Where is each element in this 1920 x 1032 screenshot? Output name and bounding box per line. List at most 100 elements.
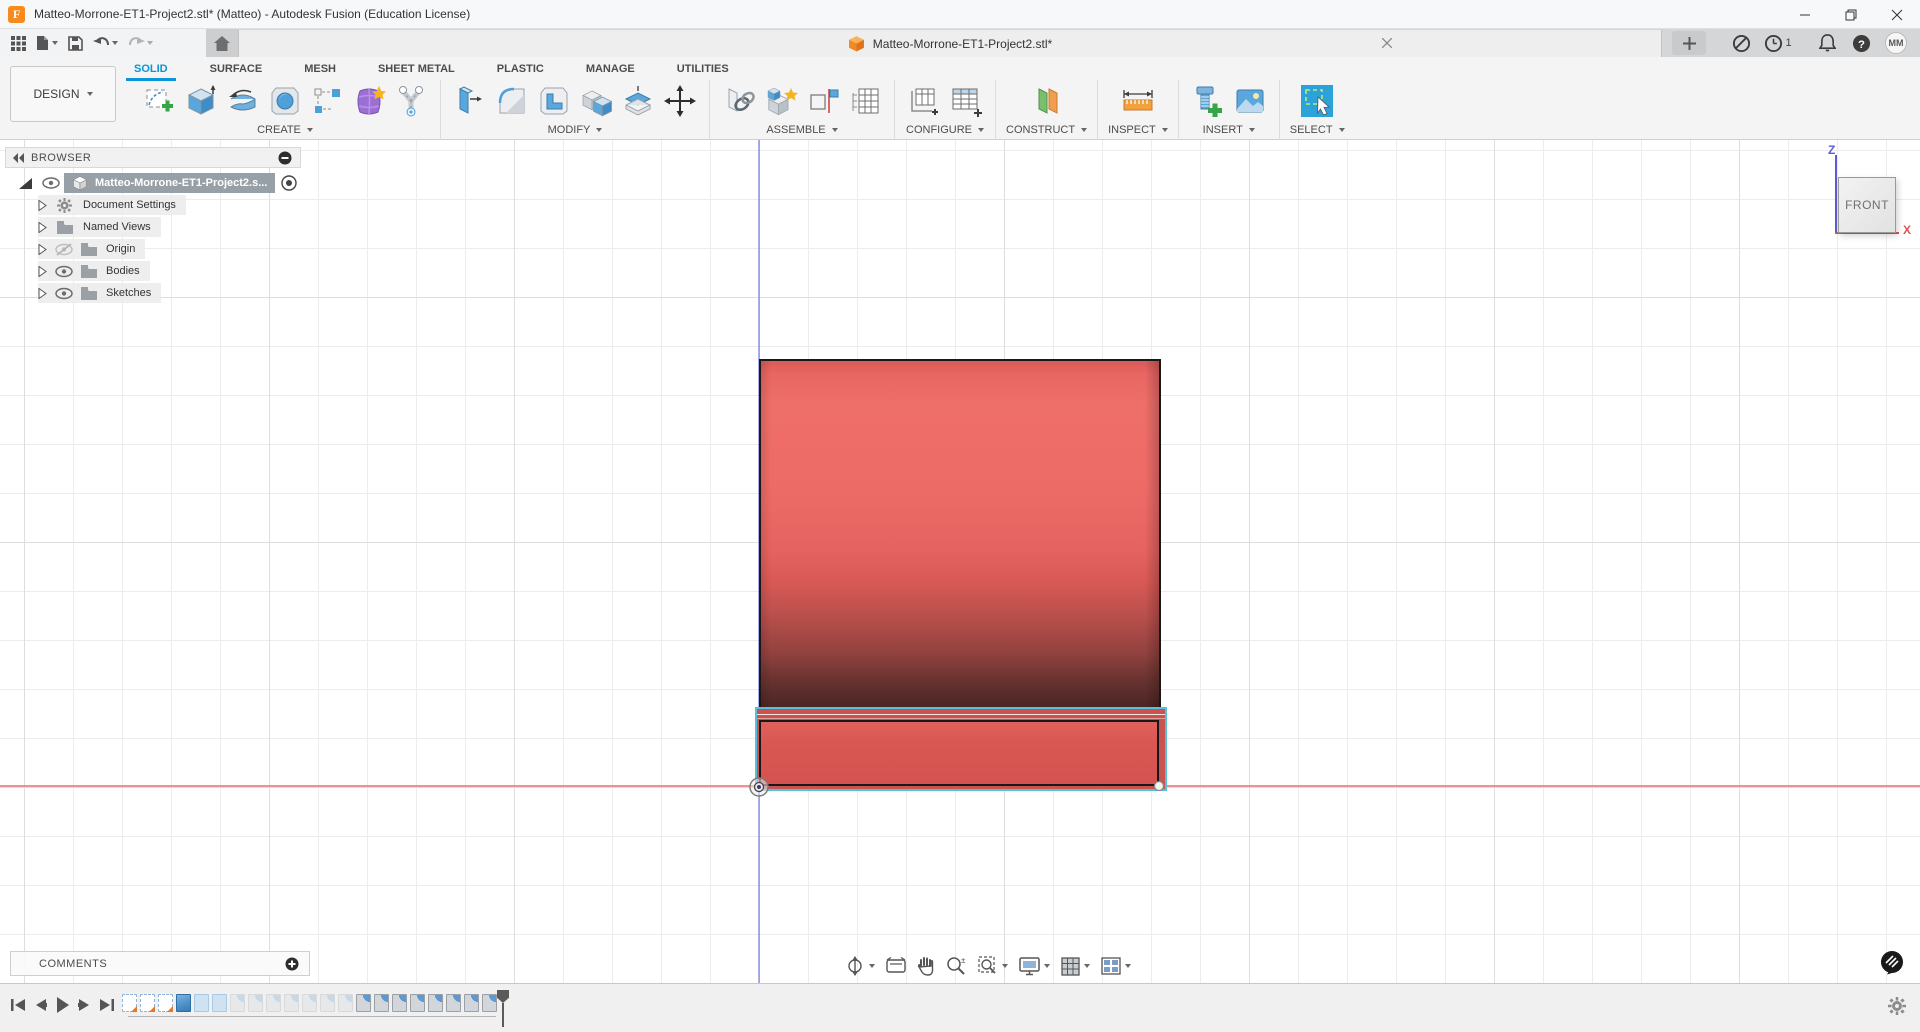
origin-point-marker[interactable] bbox=[748, 776, 770, 798]
construct-plane-button[interactable] bbox=[1028, 82, 1066, 120]
model-body-base-slab[interactable] bbox=[759, 720, 1159, 786]
fillet-button[interactable] bbox=[493, 82, 531, 120]
go-to-end-button[interactable] bbox=[100, 998, 115, 1012]
offset-face-button[interactable] bbox=[619, 82, 657, 120]
browser-minimize-icon[interactable] bbox=[278, 151, 292, 165]
revolve-button[interactable] bbox=[224, 82, 262, 120]
timeline-sketch-1[interactable] bbox=[122, 994, 137, 1012]
step-back-button[interactable] bbox=[34, 998, 47, 1012]
timeline-fillet-9[interactable] bbox=[374, 994, 389, 1012]
comments-bar[interactable]: COMMENTS bbox=[10, 951, 310, 976]
timeline-fillet-13[interactable] bbox=[446, 994, 461, 1012]
expand-arrow-icon[interactable] bbox=[38, 288, 47, 299]
timeline-fillet-6[interactable] bbox=[320, 994, 335, 1012]
browser-collapse-icon[interactable] bbox=[13, 153, 25, 163]
feedback-badge[interactable] bbox=[1880, 950, 1904, 975]
tab-manage[interactable]: MANAGE bbox=[582, 60, 639, 79]
viewport-canvas[interactable]: BROWSER Matteo-Morrone-ET1-Project2 bbox=[0, 140, 1920, 983]
tab-surface[interactable]: SURFACE bbox=[206, 60, 267, 79]
tab-solid[interactable]: SOLID bbox=[130, 60, 172, 79]
expand-arrow-icon[interactable] bbox=[38, 244, 47, 255]
fit-button[interactable] bbox=[976, 954, 1010, 978]
new-component-button[interactable] bbox=[762, 82, 800, 120]
extensions-button[interactable] bbox=[1727, 29, 1755, 57]
configuration-table-button[interactable] bbox=[947, 82, 985, 120]
zoom-button[interactable]: ± bbox=[944, 954, 969, 978]
timeline-playhead[interactable] bbox=[497, 990, 509, 1027]
timeline-fillet-2[interactable] bbox=[248, 994, 263, 1012]
expand-arrow-icon[interactable] bbox=[38, 266, 47, 277]
expand-arrow-icon[interactable] bbox=[38, 222, 47, 233]
browser-item-origin[interactable]: Origin bbox=[5, 239, 301, 259]
configure-button[interactable] bbox=[905, 82, 943, 120]
browser-item-sketches[interactable]: Sketches bbox=[5, 283, 301, 303]
configure-menu[interactable]: CONFIGURE bbox=[906, 122, 984, 138]
timeline-fillet-10[interactable] bbox=[392, 994, 407, 1012]
create-menu[interactable]: CREATE bbox=[257, 122, 313, 138]
tab-utilities[interactable]: UTILITIES bbox=[673, 60, 733, 79]
timeline-fillet-12[interactable] bbox=[428, 994, 443, 1012]
insert-canvas-button[interactable] bbox=[1231, 82, 1269, 120]
expand-arrow-icon[interactable] bbox=[38, 200, 47, 211]
move-copy-button[interactable] bbox=[661, 82, 699, 120]
user-avatar[interactable]: MM bbox=[1885, 32, 1907, 54]
root-expand-icon[interactable] bbox=[19, 178, 32, 189]
modify-menu[interactable]: MODIFY bbox=[548, 122, 603, 138]
help-button[interactable]: ? bbox=[1848, 29, 1874, 57]
browser-item-bodies[interactable]: Bodies bbox=[5, 261, 301, 281]
extrude-button[interactable] bbox=[182, 82, 220, 120]
timeline-fillet-5[interactable] bbox=[302, 994, 317, 1012]
eye-icon[interactable] bbox=[55, 265, 73, 278]
document-tab[interactable]: Matteo-Morrone-ET1-Project2.stl* bbox=[238, 30, 1662, 57]
shell-button[interactable] bbox=[535, 82, 573, 120]
insert-menu[interactable]: INSERT bbox=[1203, 122, 1255, 138]
notifications-button[interactable] bbox=[1814, 29, 1840, 57]
timeline-fillet-1[interactable] bbox=[230, 994, 245, 1012]
save-button[interactable] bbox=[65, 31, 86, 55]
timeline-settings-gear-icon[interactable] bbox=[1888, 997, 1906, 1015]
combine-button[interactable] bbox=[577, 82, 615, 120]
document-tab-close-button[interactable] bbox=[1378, 34, 1396, 52]
align-button[interactable] bbox=[804, 82, 842, 120]
pan-button[interactable] bbox=[915, 954, 937, 978]
joint-button[interactable] bbox=[720, 82, 758, 120]
create-form-button[interactable] bbox=[350, 82, 388, 120]
construct-menu[interactable]: CONSTRUCT bbox=[1006, 122, 1087, 138]
viewcube[interactable]: FRONT bbox=[1838, 177, 1896, 233]
timeline-fillet-7[interactable] bbox=[338, 994, 353, 1012]
home-button[interactable] bbox=[206, 29, 238, 57]
viewports-button[interactable] bbox=[1099, 955, 1133, 977]
eye-off-icon[interactable] bbox=[55, 243, 73, 256]
timeline-sketch-3[interactable] bbox=[158, 994, 173, 1012]
redo-button[interactable] bbox=[125, 31, 156, 55]
model-body-main[interactable] bbox=[759, 359, 1161, 713]
create-sketch-button[interactable] bbox=[140, 82, 178, 120]
tab-plastic[interactable]: PLASTIC bbox=[493, 60, 548, 79]
browser-item-named-views[interactable]: Named Views bbox=[5, 217, 301, 237]
orbit-button[interactable] bbox=[843, 954, 877, 978]
tab-sheet-metal[interactable]: SHEET METAL bbox=[374, 60, 459, 79]
tab-mesh[interactable]: MESH bbox=[300, 60, 340, 79]
timeline-sketch-2[interactable] bbox=[140, 994, 155, 1012]
browser-item-document-settings[interactable]: Document Settings bbox=[5, 195, 301, 215]
timeline-fillet-11[interactable] bbox=[410, 994, 425, 1012]
assemble-menu[interactable]: ASSEMBLE bbox=[766, 122, 837, 138]
inspect-menu[interactable]: INSPECT bbox=[1108, 122, 1168, 138]
pipe-button[interactable] bbox=[392, 82, 430, 120]
timeline-fillet-8[interactable] bbox=[356, 994, 371, 1012]
sketch-point-marker[interactable] bbox=[1153, 780, 1165, 792]
timeline-extrude-2[interactable] bbox=[194, 994, 209, 1012]
close-button[interactable] bbox=[1874, 0, 1920, 29]
play-button[interactable] bbox=[56, 997, 69, 1013]
app-grid-button[interactable] bbox=[8, 31, 29, 55]
root-selected-highlight[interactable]: Matteo-Morrone-ET1-Project2.s... bbox=[64, 173, 275, 193]
bom-table-button[interactable] bbox=[846, 82, 884, 120]
timeline-fillet-14[interactable] bbox=[464, 994, 479, 1012]
look-at-button[interactable] bbox=[884, 955, 908, 977]
maximize-button[interactable] bbox=[1828, 0, 1874, 29]
go-to-start-button[interactable] bbox=[10, 998, 25, 1012]
display-settings-button[interactable] bbox=[1017, 955, 1052, 978]
select-menu[interactable]: SELECT bbox=[1290, 122, 1345, 138]
timeline-extrude-3[interactable] bbox=[212, 994, 227, 1012]
new-tab-button[interactable] bbox=[1672, 31, 1706, 55]
